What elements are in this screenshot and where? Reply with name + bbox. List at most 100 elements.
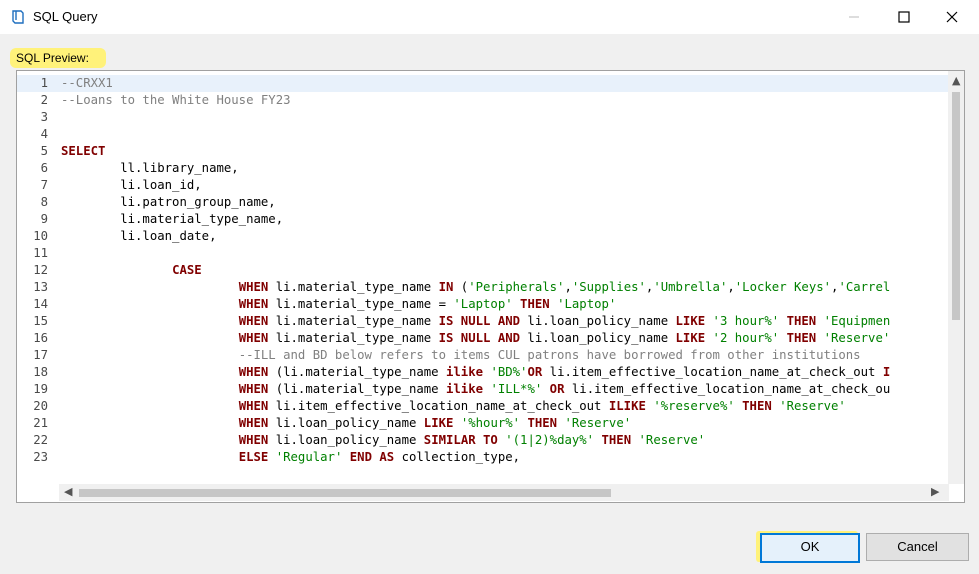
line-text: li.patron_group_name, (61, 194, 276, 211)
code-token: --CRXX1 (61, 76, 113, 90)
code-token: 'ILL*%' (490, 382, 543, 396)
code-token: WHEN (238, 382, 269, 396)
scroll-up-arrow-icon[interactable]: ▲ (952, 74, 960, 87)
close-button[interactable] (928, 0, 974, 34)
code-token: THEN (527, 416, 558, 430)
code-line[interactable]: 9 li.material_type_name, (17, 211, 949, 228)
code-line[interactable]: 22 WHEN li.loan_policy_name SIMILAR TO '… (17, 432, 949, 449)
code-token: 'Laptop' (557, 297, 617, 311)
code-line[interactable]: 16 WHEN li.material_type_name IS NULL AN… (17, 330, 949, 347)
code-token: WHEN (238, 331, 269, 345)
line-number: 23 (33, 450, 48, 464)
line-number: 15 (33, 314, 48, 328)
line-number: 5 (40, 144, 48, 158)
sql-editor[interactable]: 1 --CRXX1 2 --Loans to the White House FY23… (16, 70, 965, 503)
code-token: END AS (349, 450, 395, 464)
code-line[interactable]: 1 --CRXX1 (17, 75, 949, 92)
sql-query-icon (10, 9, 26, 25)
scroll-right-arrow-icon[interactable]: ▶ (931, 485, 939, 498)
code-token: 'Reserve' (638, 433, 706, 447)
code-line[interactable]: 6 ll.library_name, (17, 160, 949, 177)
code-token: THEN (742, 399, 772, 413)
code-token: li.material_type_name, (61, 212, 284, 226)
horizontal-scrollbar[interactable]: ◀ ▶ (59, 484, 949, 501)
vertical-scrollbar[interactable]: ▲ (948, 71, 964, 484)
horizontal-scroll-thumb[interactable] (79, 489, 611, 497)
code-token: 'Reserve' (779, 399, 846, 413)
line-number: 13 (33, 280, 48, 294)
code-token: , (727, 280, 735, 294)
maximize-button[interactable] (880, 0, 926, 34)
line-number: 22 (33, 433, 48, 447)
line-text: WHEN (li.material_type_name ilike 'BD%'O… (61, 364, 891, 381)
line-text: SELECT (61, 143, 105, 160)
code-line[interactable]: 8 li.patron_group_name, (17, 194, 949, 211)
code-token: OR (527, 365, 543, 379)
code-token: ll.library_name, (61, 161, 239, 175)
code-token: LIKE (675, 331, 706, 345)
code-line[interactable]: 24 (17, 466, 949, 469)
code-line[interactable]: 19 WHEN (li.material_type_name ilike 'IL… (17, 381, 949, 398)
code-token: CASE (172, 263, 202, 277)
code-token: '%hour%' (460, 416, 521, 430)
cancel-button[interactable]: Cancel (866, 533, 969, 561)
code-line[interactable]: 4 (17, 126, 949, 143)
code-line[interactable]: 12 CASE (17, 262, 949, 279)
code-token: LIKE (675, 314, 706, 328)
code-token: (li.material_type_name (268, 365, 446, 379)
code-token: THEN (786, 314, 817, 328)
minimize-button[interactable] (830, 0, 876, 34)
code-token: 'Carrel (838, 280, 891, 294)
line-number: 4 (40, 127, 48, 141)
code-line[interactable]: 13 WHEN li.material_type_name IN ('Perip… (17, 279, 949, 296)
code-area[interactable]: 1 --CRXX1 2 --Loans to the White House FY23… (17, 75, 949, 469)
code-line[interactable]: 18 WHEN (li.material_type_name ilike 'BD… (17, 364, 949, 381)
code-line[interactable]: 15 WHEN li.material_type_name IS NULL AN… (17, 313, 949, 330)
code-token: '2 hour%' (712, 331, 780, 345)
code-line[interactable]: 21 WHEN li.loan_policy_name LIKE '%hour%… (17, 415, 949, 432)
code-token: 'Reserve' (823, 331, 891, 345)
code-line[interactable]: 7 li.loan_id, (17, 177, 949, 194)
code-line[interactable]: 11 (17, 245, 949, 262)
code-token: I (882, 365, 891, 379)
line-text: WHEN li.item_effective_location_name_at_… (61, 398, 846, 415)
code-line[interactable]: 17 --ILL and BD below refers to items CU… (17, 347, 949, 364)
line-text: WHEN li.material_type_name IS NULL AND l… (61, 313, 891, 330)
code-token: li.loan_date, (61, 229, 217, 243)
code-line[interactable]: 14 WHEN li.material_type_name = 'Laptop'… (17, 296, 949, 313)
line-text: CASE (61, 262, 202, 279)
line-text: WHEN li.loan_policy_name SIMILAR TO '(1|… (61, 432, 705, 449)
line-number: 24 (17, 466, 48, 469)
scroll-left-arrow-icon[interactable]: ◀ (64, 485, 72, 498)
ok-button[interactable]: OK (760, 533, 860, 563)
line-number: 1 (40, 76, 48, 90)
code-token: li.item_effective_location_name_at_check… (542, 365, 883, 379)
code-token: li.patron_group_name, (61, 195, 276, 209)
code-line[interactable]: 20 WHEN li.item_effective_location_name_… (17, 398, 949, 415)
code-token: , (564, 280, 572, 294)
code-line[interactable]: 2 --Loans to the White House FY23 (17, 92, 949, 109)
code-token: li.loan_policy_name (268, 416, 424, 430)
code-line[interactable]: 23 ELSE 'Regular' END AS collection_type… (17, 449, 949, 466)
vertical-scroll-thumb[interactable] (952, 92, 960, 320)
line-text: li.loan_date, (61, 228, 216, 245)
code-line[interactable]: 10 li.loan_date, (17, 228, 949, 245)
code-token: 'Umbrella' (653, 280, 728, 294)
line-number: 20 (33, 399, 48, 413)
code-line[interactable]: 5 SELECT (17, 143, 949, 160)
code-line[interactable]: 3 (17, 109, 949, 126)
title-bar: SQL Query (0, 0, 979, 34)
